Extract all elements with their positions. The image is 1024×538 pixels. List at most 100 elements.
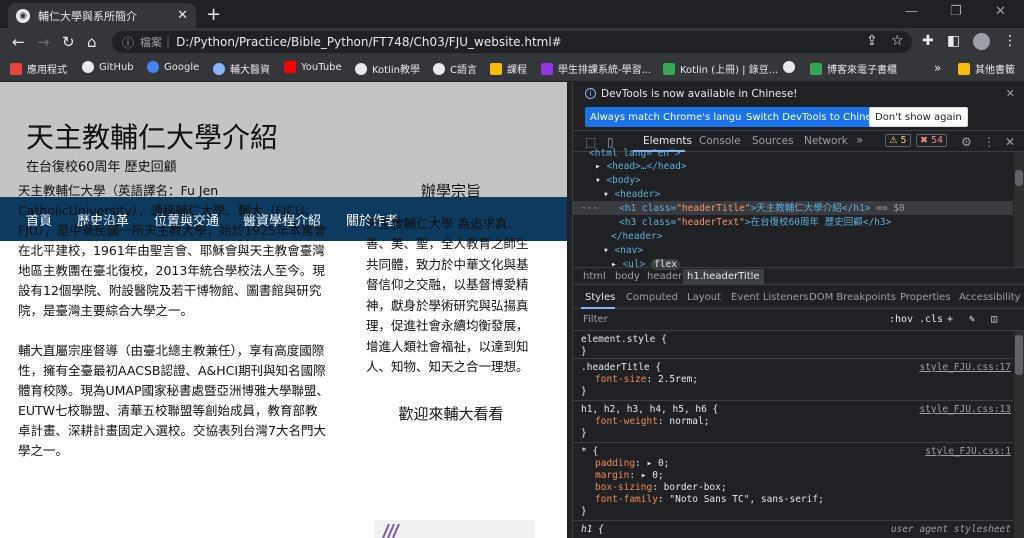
close-devtools-icon[interactable]: ✕	[1005, 135, 1015, 149]
bookmark-google[interactable]: Google	[147, 61, 199, 73]
url-text[interactable]: D:/Python/Practice/Bible_Python/FT748/Ch…	[176, 35, 562, 49]
dom-node-header-close[interactable]: </header>	[611, 230, 662, 244]
tab-network[interactable]: Network	[804, 135, 848, 147]
computed-sidebar-icon[interactable]: ◫	[991, 314, 997, 325]
dont-show-button[interactable]: Don't show again	[869, 107, 968, 127]
switch-language-button[interactable]: Switch DevTools to Chinese	[741, 107, 888, 127]
bookmark-kotlin-book[interactable]: Kotlin (上冊) | 錄豆...	[663, 61, 778, 76]
rule-source-link[interactable]: style_FJU.css:17	[919, 362, 1011, 374]
prop-name: padding	[595, 458, 636, 469]
bookmark-c[interactable]: C語言	[433, 61, 477, 76]
rule-declaration[interactable]: padding: ▸ 0;	[595, 458, 669, 470]
forward-icon[interactable]: →	[37, 33, 50, 51]
bookmark-apps[interactable]: 應用程式	[10, 61, 67, 76]
dom-node-header[interactable]: ▾ <header>	[603, 188, 660, 202]
browser-tab[interactable]: ◉ 輔仁大學與系所簡介 ✕	[8, 3, 196, 28]
kebab-menu-icon[interactable]: ⋮	[983, 135, 995, 149]
tab-elements[interactable]: Elements	[643, 135, 692, 147]
breadcrumb-html[interactable]: html	[583, 271, 606, 282]
bookmark-ebook[interactable]: 博客來電子書櫃	[810, 61, 897, 76]
side-panel-icon[interactable]: ◧	[947, 33, 960, 49]
rule-selector[interactable]: element.style {	[581, 334, 667, 346]
info-icon[interactable]: ⓘ	[122, 34, 134, 51]
bookmark-kotlin[interactable]: Kotlin教學	[355, 61, 420, 76]
hover-state-toggle[interactable]: :hov	[889, 314, 913, 325]
dom-node-h3[interactable]: <h3 class="headerText">在台復校60周年 歷史回顧</h3…	[619, 216, 891, 230]
styles-subtabs: Styles Computed Layout Event Listeners D…	[573, 287, 1024, 309]
window-close-icon[interactable]: ✕	[995, 4, 1006, 19]
error-count[interactable]: ✖ 54	[916, 134, 948, 147]
tab-dom-breakpoints[interactable]: DOM Breakpoints	[809, 292, 896, 303]
back-icon[interactable]: ←	[12, 33, 25, 51]
other-bookmarks[interactable]: 其他書籤	[958, 61, 1015, 76]
bookmark-label: C語言	[450, 65, 477, 76]
rule-selector[interactable]: h1, h2, h3, h4, h5, h6 {	[581, 404, 718, 416]
image-icon	[490, 62, 502, 75]
rule-selector[interactable]: * {	[581, 446, 598, 458]
address-bar[interactable]: ⓘ 檔案 | D:/Python/Practice/Bible_Python/F…	[112, 31, 912, 53]
new-tab-button[interactable]: +	[206, 4, 221, 25]
file-label: 檔案	[140, 36, 163, 49]
tab-layout[interactable]: Layout	[687, 292, 721, 303]
rule-source-link[interactable]: style_FJU.css:13	[919, 404, 1011, 416]
bookmarks-more-button[interactable]: »	[934, 61, 941, 75]
breadcrumb-body[interactable]: body	[615, 271, 640, 282]
bookmark-course[interactable]: 課程	[490, 61, 527, 76]
styles-scrollbar[interactable]	[1014, 331, 1024, 538]
rule-selector[interactable]: h1 {	[581, 524, 604, 536]
apps-icon	[10, 62, 22, 75]
tab-styles[interactable]: Styles	[585, 292, 615, 303]
close-icon[interactable]: ✕	[1006, 87, 1015, 100]
class-toggle[interactable]: .cls	[919, 314, 943, 325]
more-tabs-button[interactable]: »	[856, 133, 863, 147]
rule-source-link[interactable]: style_FJU.css:1	[925, 446, 1011, 458]
dom-scrollbar[interactable]	[1014, 152, 1024, 267]
home-icon[interactable]: ⌂	[87, 33, 97, 51]
dom-node-nav[interactable]: ▾ <nav>	[603, 244, 643, 258]
settings-gear-icon[interactable]: ⚙	[961, 135, 972, 149]
warning-count[interactable]: ⚠ 5	[885, 134, 911, 147]
tab-computed[interactable]: Computed	[626, 292, 678, 303]
tab-accessibility[interactable]: Accessibility	[959, 292, 1021, 303]
dom-ellipsis[interactable]: ···	[581, 202, 598, 216]
rule-declaration[interactable]: font-size: 2.5rem;	[595, 374, 698, 386]
dom-node-h1[interactable]: <h1 class="headerTitle">天主教輔仁大學介紹</h1> =…	[619, 202, 905, 216]
bookmark-label: YouTube	[301, 61, 342, 73]
menu-icon[interactable]: ⋮	[1003, 33, 1017, 49]
rule-selector[interactable]: .headerTitle {	[581, 362, 661, 374]
match-language-button[interactable]: Always match Chrome's language	[585, 107, 765, 127]
bookmark-globe[interactable]	[783, 61, 800, 73]
bookmark-youtube[interactable]: YouTube	[284, 61, 342, 73]
dom-scroll-thumb[interactable]	[1015, 170, 1023, 186]
dom-node-html[interactable]: <html lang="en">	[589, 147, 681, 161]
dollar-zero-marker: == $0	[876, 203, 905, 214]
tab-console[interactable]: Console	[699, 135, 741, 147]
bookmark-github[interactable]: GitHub	[82, 61, 134, 73]
dom-node-body[interactable]: ▾ <body>	[595, 174, 641, 188]
rule-declaration[interactable]: font-weight: normal;	[595, 416, 709, 428]
restore-icon[interactable]: ❐	[950, 4, 962, 19]
rule-declaration[interactable]: box-sizing: border-box;	[595, 482, 727, 494]
breadcrumb-header[interactable]: header	[647, 271, 682, 282]
bookmark-fju[interactable]: 輔大醫資	[213, 61, 270, 76]
minimize-icon[interactable]: —	[905, 4, 918, 19]
extensions-icon[interactable]: ✚	[922, 33, 934, 49]
avatar[interactable]	[973, 33, 990, 50]
breadcrumb-h1[interactable]: h1.headerTitle	[683, 269, 764, 284]
bookmark-schedule[interactable]: 學生排課系統-學習...	[541, 61, 651, 76]
bookmark-star-icon[interactable]: ☆	[891, 33, 904, 49]
rule-declaration[interactable]: margin: ▸ 0;	[595, 470, 664, 482]
tab-properties[interactable]: Properties	[900, 292, 951, 303]
rule-declaration[interactable]: font-family: "Noto Sans TC", sans-serif;	[595, 494, 824, 506]
filter-input[interactable]: Filter	[583, 314, 608, 325]
reload-icon[interactable]: ↻	[62, 33, 75, 51]
paint-icon[interactable]: ✎	[969, 314, 975, 325]
dom-node-head[interactable]: ▸ <head>…</head>	[595, 160, 687, 174]
style-rule-headertitle: .headerTitle { style_FJU.css:17 font-siz…	[573, 359, 1013, 401]
close-tab-icon[interactable]: ✕	[177, 8, 188, 23]
tab-event-listeners[interactable]: Event Listeners	[731, 292, 808, 303]
new-rule-icon[interactable]: +	[947, 314, 953, 325]
tab-sources[interactable]: Sources	[752, 135, 794, 147]
share-icon[interactable]: ⇪	[866, 33, 878, 49]
styles-scroll-thumb[interactable]	[1015, 335, 1023, 375]
